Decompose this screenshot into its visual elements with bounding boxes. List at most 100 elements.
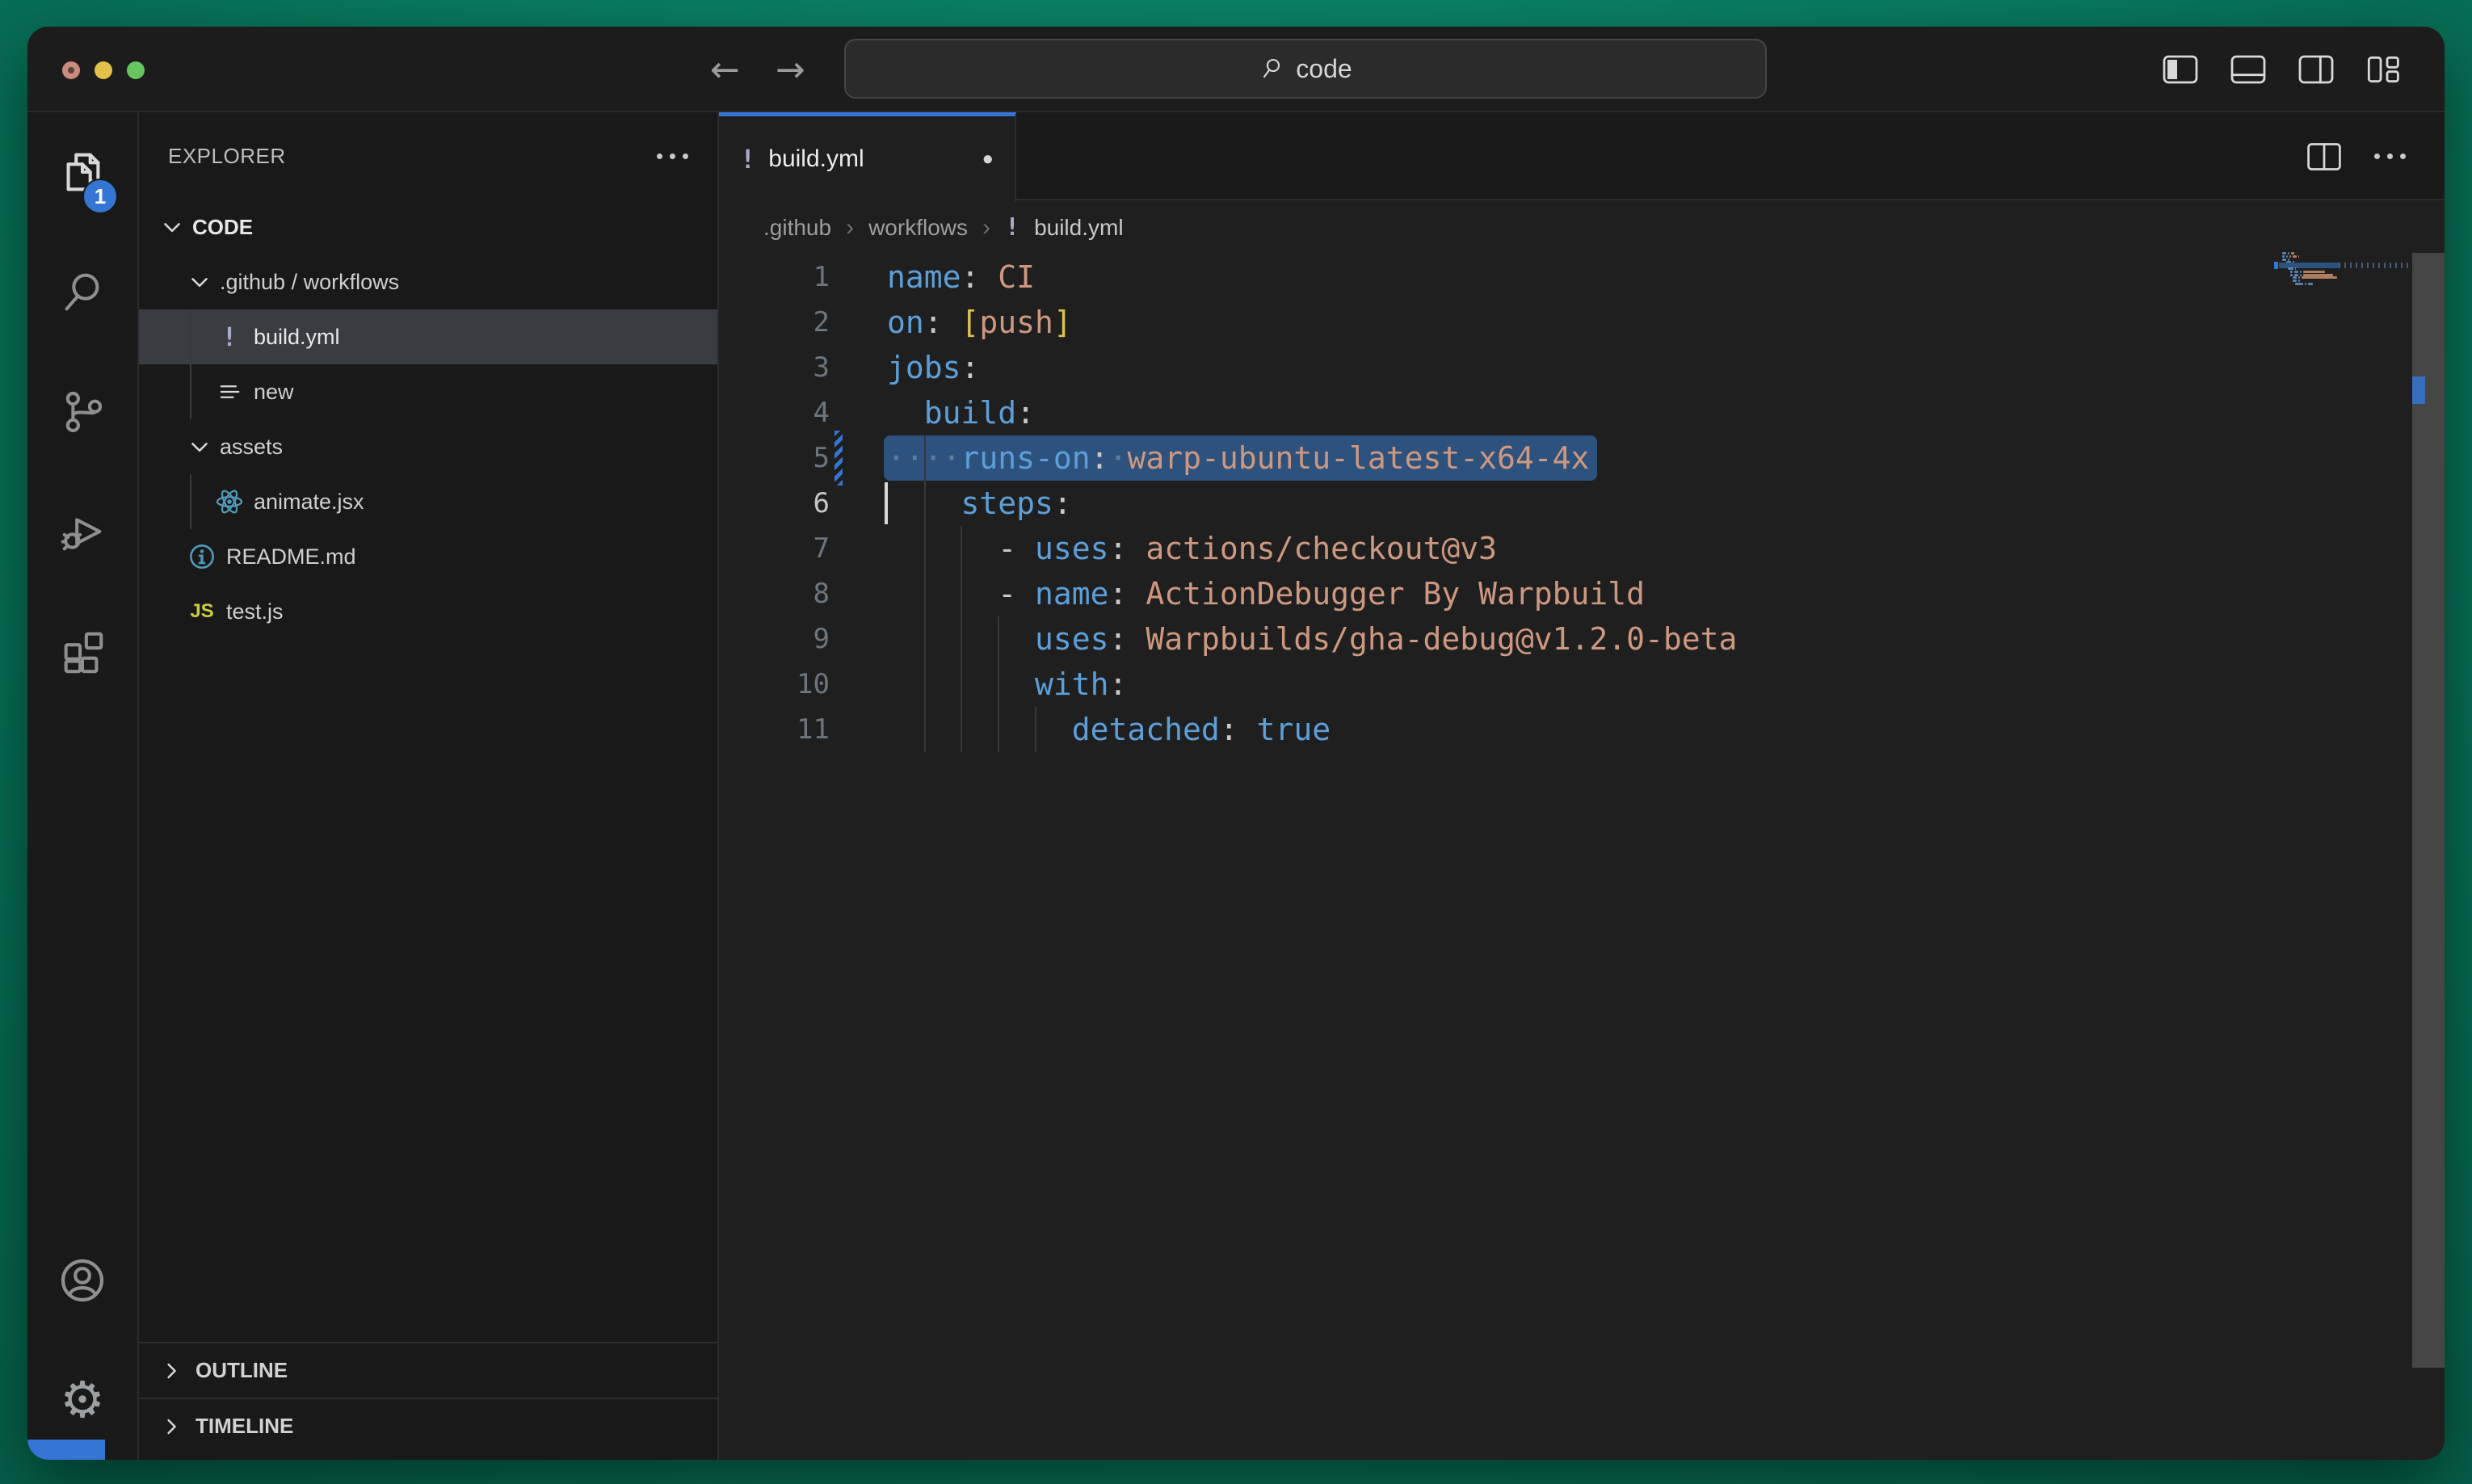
modified-dot-icon[interactable]: ●: [982, 148, 994, 170]
minimize-button[interactable]: [95, 61, 112, 79]
js-icon: JS: [186, 595, 218, 628]
split-editor-icon[interactable]: [2306, 141, 2342, 173]
text-cursor: [885, 482, 888, 524]
layout-controls: [2162, 27, 2403, 112]
activity-item-search[interactable]: [27, 232, 137, 351]
explorer-badge: 1: [82, 179, 118, 214]
breadcrumb: .github › workflows ›! build.yml: [719, 200, 2445, 254]
breadcrumb-item[interactable]: .github: [763, 215, 831, 241]
panel-outline[interactable]: OUTLINE: [139, 1342, 717, 1398]
tree-item-new[interactable]: new: [139, 364, 717, 419]
indent-guide: [924, 616, 926, 662]
chevron-down-icon: [186, 433, 213, 460]
breadcrumb-item[interactable]: workflows: [868, 215, 968, 241]
yaml-warning-icon: !: [740, 144, 755, 174]
indent-guide: [924, 481, 926, 526]
code-line-4[interactable]: 4 build:: [719, 390, 2445, 435]
indent-guide: [1035, 707, 1036, 752]
tree-item-build-yml[interactable]: ! build.yml: [139, 309, 717, 364]
activity-item-extensions[interactable]: [27, 591, 137, 710]
command-center-search[interactable]: code: [844, 39, 1767, 99]
tree-item-readme-md[interactable]: README.md: [139, 529, 717, 584]
code-line-1[interactable]: 1name: CI: [719, 254, 2445, 300]
code-editor[interactable]: 1name: CI2on: [push]3jobs:4 build:5····r…: [719, 254, 2445, 1460]
tab-bar: ! build.yml ●: [719, 112, 2445, 200]
activity-item-explorer[interactable]: 1: [27, 112, 137, 232]
code-line-11[interactable]: 11 detached: true: [719, 707, 2445, 752]
forward-arrow-icon[interactable]: →: [776, 49, 805, 90]
editor-actions: [2306, 112, 2406, 200]
breadcrumb-item[interactable]: build.yml: [1034, 215, 1123, 241]
line-number: 4: [719, 390, 830, 435]
code-line-8[interactable]: 8 - name: ActionDebugger By Warpbuild: [719, 571, 2445, 616]
item-label: build.yml: [254, 325, 340, 350]
breadcrumb-separator: ›: [846, 214, 854, 242]
indent-guide: [924, 435, 926, 481]
tree-indent-guide: [190, 309, 191, 419]
activity-item-run-debug[interactable]: [27, 471, 137, 591]
activity-item-source-control[interactable]: [27, 351, 137, 471]
line-number: 2: [719, 300, 830, 345]
file-tree: CODE.github / workflows! build.yml new asse…: [139, 200, 717, 639]
code-line-6[interactable]: 6 steps:: [719, 481, 2445, 526]
code-line-7[interactable]: 7 - uses: actions/checkout@v3: [719, 526, 2445, 571]
source-control-icon: [57, 386, 107, 436]
run-debug-icon: [57, 506, 107, 556]
status-bar-remote-indicator[interactable]: [27, 1440, 105, 1460]
tree-indent-guide: [190, 474, 191, 529]
item-label: test.js: [226, 599, 284, 624]
code-line-10[interactable]: 10 with:: [719, 662, 2445, 707]
item-label: README.md: [226, 544, 356, 570]
activity-item-account[interactable]: [27, 1221, 137, 1340]
yaml-warning-icon: !: [213, 321, 246, 353]
indent-guide: [961, 707, 962, 752]
file-lines-icon: [213, 376, 246, 408]
indent-guide: [961, 526, 962, 571]
yaml-warning-icon: !: [1005, 213, 1019, 242]
explorer-actions-icon[interactable]: [657, 153, 688, 159]
activity-bar: 1⚙: [27, 112, 139, 1460]
code-line-2[interactable]: 2on: [push]: [719, 300, 2445, 345]
back-arrow-icon[interactable]: ←: [710, 49, 740, 90]
settings-icon: ⚙: [60, 1375, 105, 1425]
chevron-right-icon: [158, 1358, 184, 1384]
tree-item-test-js[interactable]: JS test.js: [139, 584, 717, 639]
panel-timeline[interactable]: TIMELINE: [139, 1398, 717, 1453]
chevron-right-icon: [158, 1414, 184, 1440]
editor-group: ! build.yml ● .github › workflows ›! build.y…: [719, 112, 2445, 1460]
indent-guide: [998, 662, 999, 707]
history-nav: ← →: [710, 27, 805, 112]
vscode-window: ← → code: [27, 27, 2445, 1460]
sidebar-bottom-panels: OUTLINE TIMELINE: [139, 1342, 717, 1453]
line-number: 7: [719, 526, 830, 571]
search-icon: [1259, 56, 1284, 82]
zoom-button[interactable]: [127, 61, 145, 79]
workbench: 1⚙ EXPLORER CODE.github / workflows!buil…: [27, 112, 2445, 1460]
tree-item-animate-jsx[interactable]: animate.jsx: [139, 474, 717, 529]
toggle-panel-icon[interactable]: [2230, 53, 2267, 86]
section-code[interactable]: CODE: [139, 200, 717, 254]
item-label: assets: [220, 435, 283, 460]
tree-item-assets[interactable]: assets: [139, 419, 717, 474]
close-button[interactable]: [62, 61, 80, 79]
customize-layout-icon[interactable]: [2365, 53, 2403, 86]
more-actions-icon[interactable]: [2374, 153, 2406, 159]
breadcrumb-separator: ›: [982, 214, 990, 242]
tab-build-yml[interactable]: ! build.yml ●: [719, 112, 1016, 202]
toggle-secondary-sidebar-icon[interactable]: [2298, 53, 2335, 86]
code-line-5[interactable]: 5····runs-on:·warp-ubuntu-latest-x64-4x: [719, 435, 2445, 481]
panel-label: OUTLINE: [195, 1358, 288, 1383]
titlebar: ← → code: [27, 27, 2445, 112]
tree-item--github-workflows[interactable]: .github / workflows: [139, 254, 717, 309]
code-line-3[interactable]: 3jobs:: [719, 345, 2445, 390]
editor-scrollbar[interactable]: [2412, 112, 2445, 1460]
indent-guide: [998, 707, 999, 752]
code-line-9[interactable]: 9 uses: Warpbuilds/gha-debug@v1.2.0-beta: [719, 616, 2445, 662]
overview-ruler-modified-marker: [2412, 376, 2425, 404]
toggle-primary-sidebar-icon[interactable]: [2162, 53, 2199, 86]
search-value: code: [1296, 54, 1352, 84]
info-icon: [186, 540, 218, 573]
indent-guide: [961, 571, 962, 616]
scrollbar-slider[interactable]: [2412, 253, 2445, 1368]
sidebar-title: EXPLORER: [168, 144, 286, 169]
